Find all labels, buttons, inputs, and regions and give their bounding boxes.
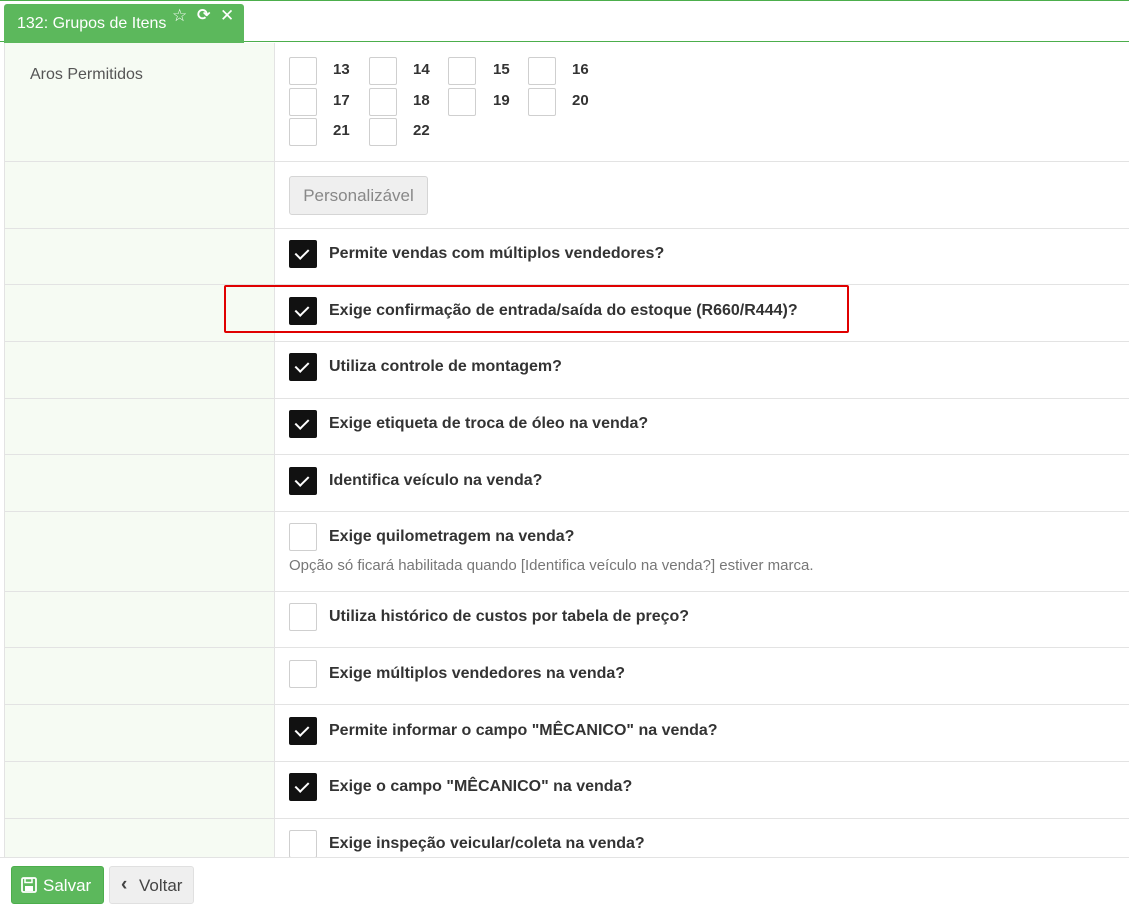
- divider: [5, 704, 1129, 705]
- chevron-left-icon: ‹: [121, 874, 128, 895]
- divider: [5, 591, 1129, 592]
- save-button[interactable]: Salvar: [11, 866, 104, 904]
- quilometragem-hint: Opção só ficará habilitada quando [Ident…: [289, 557, 814, 574]
- aro-checkbox-21[interactable]: [289, 118, 317, 146]
- divider: [5, 398, 1129, 399]
- option-checkbox-informar-mecanico[interactable]: [289, 717, 317, 745]
- option-checkbox-identifica-veiculo[interactable]: [289, 467, 317, 495]
- aros-permitidos-label: Aros Permitidos: [30, 66, 143, 83]
- option-label: Exige múltiplos vendedores na venda?: [329, 665, 626, 682]
- personalizavel-button[interactable]: Personalizável: [289, 176, 428, 215]
- aro-checkbox-19[interactable]: [448, 88, 476, 116]
- option-label: Utiliza controle de montagem?: [329, 358, 562, 375]
- aro-checkbox-18[interactable]: [369, 88, 397, 116]
- aro-label-16: 16: [572, 61, 589, 78]
- option-checkbox-etiqueta-oleo[interactable]: [289, 410, 317, 438]
- option-label: Permite vendas com múltiplos vendedores?: [329, 245, 665, 262]
- close-icon[interactable]: ✕: [220, 6, 234, 26]
- option-label: Exige etiqueta de troca de óleo na venda…: [329, 415, 649, 432]
- divider: [5, 228, 1129, 229]
- divider: [5, 511, 1129, 512]
- option-label: Exige quilometragem na venda?: [329, 528, 575, 545]
- divider: [5, 761, 1129, 762]
- tab-title: 132: Grupos de Itens: [17, 15, 167, 32]
- divider: [5, 647, 1129, 648]
- aro-checkbox-16[interactable]: [528, 57, 556, 85]
- aro-checkbox-13[interactable]: [289, 57, 317, 85]
- refresh-icon[interactable]: ⟳: [197, 6, 210, 26]
- option-label: Exige inspeção veicular/coleta na venda?: [329, 835, 645, 852]
- divider: [5, 161, 1129, 162]
- aro-label-19: 19: [493, 92, 510, 109]
- option-checkbox-multiplos-vendedores[interactable]: [289, 240, 317, 268]
- tab-bar: 132: Grupos de Itens ☆ ⟳ ✕: [0, 0, 1129, 43]
- back-label: Voltar: [139, 876, 183, 895]
- aro-label-13: 13: [333, 61, 350, 78]
- option-label: Utiliza histórico de custos por tabela d…: [329, 608, 690, 625]
- aro-label-17: 17: [333, 92, 350, 109]
- back-button[interactable]: ‹ Voltar: [109, 866, 194, 904]
- divider: [5, 818, 1129, 819]
- floppy-disk-icon: [21, 877, 37, 893]
- aro-label-15: 15: [493, 61, 510, 78]
- tab-grupos-de-itens[interactable]: 132: Grupos de Itens ☆ ⟳ ✕: [4, 4, 244, 43]
- option-checkbox-quilometragem[interactable]: [289, 523, 317, 551]
- aro-label-20: 20: [572, 92, 589, 109]
- aro-label-22: 22: [413, 122, 430, 139]
- aro-checkbox-17[interactable]: [289, 88, 317, 116]
- option-checkbox-historico-custos[interactable]: [289, 603, 317, 631]
- option-label: Identifica veículo na venda?: [329, 472, 543, 489]
- option-label: Permite informar o campo "MÊCANICO" na v…: [329, 722, 718, 739]
- divider: [5, 454, 1129, 455]
- aro-checkbox-15[interactable]: [448, 57, 476, 85]
- option-checkbox-inspecao-veicular[interactable]: [289, 830, 317, 857]
- save-label: Salvar: [43, 876, 92, 895]
- aro-checkbox-20[interactable]: [528, 88, 556, 116]
- option-checkbox-exige-multiplos-vendedores[interactable]: [289, 660, 317, 688]
- form-body: Aros Permitidos 13 14 15 16 17 18 19 20 …: [4, 43, 1129, 857]
- aro-checkbox-22[interactable]: [369, 118, 397, 146]
- option-checkbox-controle-montagem[interactable]: [289, 353, 317, 381]
- aro-label-18: 18: [413, 92, 430, 109]
- option-label: Exige o campo "MÊCANICO" na venda?: [329, 778, 633, 795]
- aro-label-14: 14: [413, 61, 430, 78]
- aro-label-21: 21: [333, 122, 350, 139]
- label-column: [5, 43, 275, 857]
- divider: [5, 341, 1129, 342]
- highlight-annotation: [224, 285, 849, 333]
- option-checkbox-exige-mecanico[interactable]: [289, 773, 317, 801]
- aro-checkbox-14[interactable]: [369, 57, 397, 85]
- star-icon[interactable]: ☆: [172, 6, 187, 26]
